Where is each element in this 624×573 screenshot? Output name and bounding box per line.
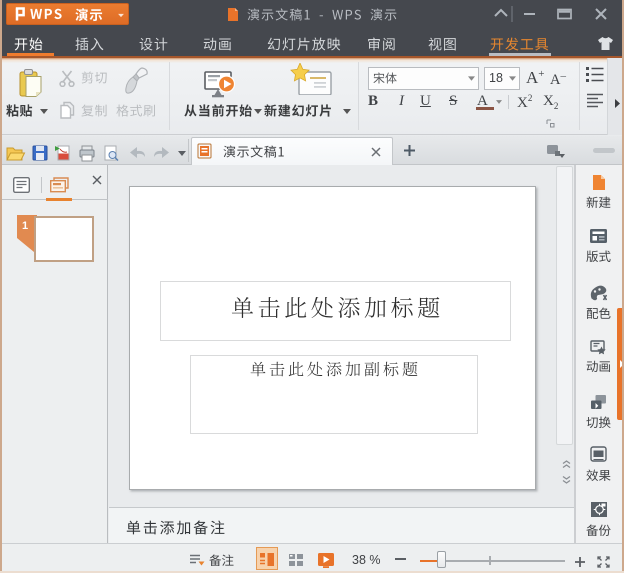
svg-text:1: 1 (22, 220, 28, 232)
